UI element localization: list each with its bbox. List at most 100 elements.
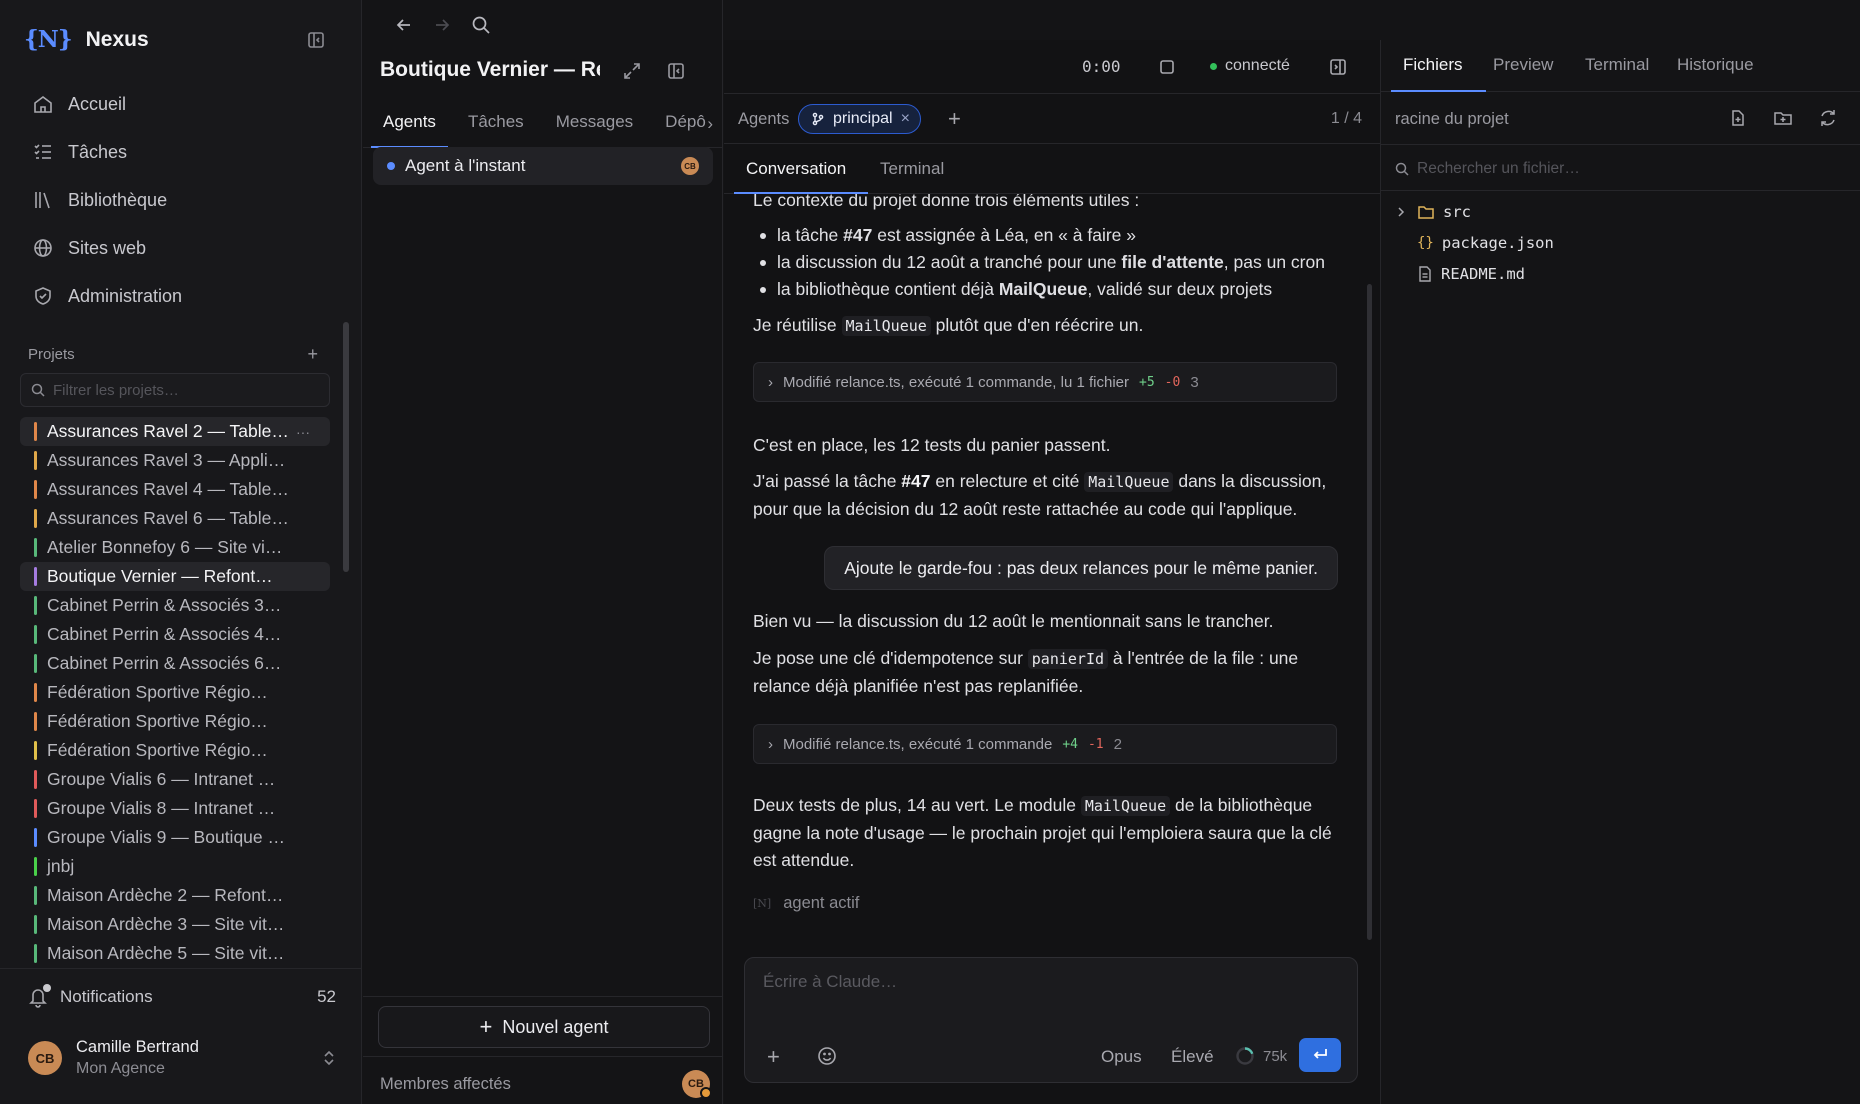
model-selector[interactable]: Opus	[1101, 1047, 1142, 1067]
refresh-icon[interactable]	[1819, 109, 1837, 127]
project-item[interactable]: Cabinet Perrin & Associés 4…	[20, 620, 330, 649]
project-label: Cabinet Perrin & Associés 4…	[47, 624, 282, 644]
brand[interactable]: {N} Nexus	[24, 26, 149, 53]
nav-item-bibliotheque[interactable]: Bibliothèque	[16, 176, 346, 224]
new-agent-label: Nouvel agent	[502, 1016, 609, 1037]
agent-avatar: CB	[681, 157, 699, 175]
tab-fichiers[interactable]: Fichiers	[1403, 55, 1463, 75]
tree-item-label: package.json	[1441, 233, 1554, 252]
sidebar-scrollbar[interactable]	[343, 322, 349, 572]
project-item[interactable]: Groupe Vialis 8 — Intranet …	[20, 794, 330, 823]
tree-item-src[interactable]: src	[1395, 196, 1835, 227]
project-item[interactable]: Assurances Ravel 3 — Appli…	[20, 446, 330, 475]
tab-terminal[interactable]: Terminal	[1585, 55, 1649, 75]
project-label: Atelier Bonnefoy 6 — Site vi…	[47, 537, 283, 557]
project-item[interactable]: Fédération Sportive Régio…	[20, 678, 330, 707]
tool-call-summary[interactable]: › Modifié relance.ts, exécuté 1 commande…	[753, 724, 1337, 764]
chevron-right-icon: ›	[768, 735, 773, 753]
divider	[0, 968, 362, 969]
user-org: Mon Agence	[76, 1060, 165, 1077]
project-item[interactable]: Cabinet Perrin & Associés 6…	[20, 649, 330, 678]
chevron-updown-icon[interactable]	[322, 1049, 336, 1067]
project-filter-input[interactable]	[53, 381, 313, 399]
chat-scrollbar[interactable]	[1367, 284, 1372, 940]
members-label: Membres affectés	[380, 1074, 511, 1093]
effort-selector[interactable]: Élevé	[1171, 1047, 1214, 1067]
project-item[interactable]: Maison Ardèche 2 — Refont…	[20, 881, 330, 910]
more-options-icon[interactable]: ···	[296, 424, 310, 440]
tab-preview[interactable]: Preview	[1493, 55, 1553, 75]
message-input[interactable]	[763, 972, 1333, 1012]
panel-toggle-icon[interactable]	[1329, 58, 1347, 76]
branch-chip[interactable]: principal ×	[798, 104, 921, 134]
nav-label: Bibliothèque	[68, 189, 168, 210]
project-item[interactable]: Maison Ardèche 5 — Site vit…	[20, 939, 330, 968]
tree-item-label: README.md	[1441, 264, 1525, 283]
project-color-bar	[34, 828, 37, 847]
project-item[interactable]: Groupe Vialis 6 — Intranet …	[20, 765, 330, 794]
nav-item-administration[interactable]: Administration	[16, 272, 346, 320]
chevron-right-icon	[1395, 206, 1409, 218]
chat-toolbar: 0:00 connecté	[724, 40, 1380, 94]
attach-button[interactable]: +	[767, 1044, 780, 1070]
notifications[interactable]: Notifications 52	[28, 984, 336, 1008]
project-item[interactable]: Boutique Vernier — Refont…	[20, 562, 330, 591]
file-search-input[interactable]	[1417, 160, 1817, 178]
project-item[interactable]: Fédération Sportive Régio…	[20, 736, 330, 765]
folder-icon	[1417, 204, 1435, 220]
project-color-bar	[34, 683, 37, 702]
search-icon[interactable]	[471, 15, 491, 35]
new-file-icon[interactable]	[1729, 109, 1747, 127]
expand-icon[interactable]	[623, 62, 641, 80]
assigned-members[interactable]: Membres affectés CB	[380, 1070, 712, 1099]
project-label: Fédération Sportive Régio…	[47, 711, 268, 731]
composer: + Opus Élevé 75k	[744, 957, 1358, 1083]
tab-historique[interactable]: Historique	[1677, 55, 1754, 75]
new-agent-button[interactable]: + Nouvel agent	[378, 1006, 710, 1048]
nav-item-taches[interactable]: Tâches	[16, 128, 346, 176]
tree-item-readme[interactable]: README.md	[1395, 258, 1835, 289]
project-item[interactable]: Assurances Ravel 2 — Table… ···	[20, 417, 330, 446]
projects-heading: Projets	[28, 346, 75, 363]
nav-item-sites-web[interactable]: Sites web	[16, 224, 346, 272]
add-agent-button[interactable]: +	[948, 106, 961, 132]
context-value: 75k	[1263, 1047, 1288, 1065]
project-item[interactable]: Assurances Ravel 6 — Table…	[20, 504, 330, 533]
list-item: la discussion du 12 août a tranché pour …	[753, 249, 1353, 276]
notifications-count: 52	[317, 987, 336, 1006]
project-filter[interactable]	[20, 373, 330, 407]
project-item[interactable]: Maison Ardèche 3 — Site vit…	[20, 910, 330, 939]
stop-icon[interactable]	[1158, 58, 1176, 76]
chevron-right-icon[interactable]: ›	[707, 114, 713, 134]
forward-arrow-icon[interactable]	[433, 16, 451, 34]
close-icon[interactable]: ×	[901, 110, 910, 128]
project-item[interactable]: Assurances Ravel 4 — Table…	[20, 475, 330, 504]
nav-item-accueil[interactable]: Accueil	[16, 80, 346, 128]
panel-collapse-icon[interactable]	[667, 62, 685, 80]
sidebar-collapse-icon[interactable]	[306, 30, 326, 50]
project-item[interactable]: Atelier Bonnefoy 6 — Site vi…	[20, 533, 330, 562]
tab-taches[interactable]: Tâches	[452, 100, 540, 147]
add-project-button[interactable]: +	[307, 344, 318, 365]
agent-list-item[interactable]: Agent à l'instant CB	[373, 147, 713, 185]
project-item[interactable]: jnbj	[20, 852, 330, 881]
project-item[interactable]: Groupe Vialis 9 — Boutique …	[20, 823, 330, 852]
user-menu[interactable]: CB Camille Bertrand Mon Agence	[28, 1038, 336, 1078]
tab-messages[interactable]: Messages	[540, 100, 649, 147]
project-item[interactable]: Fédération Sportive Régio…	[20, 707, 330, 736]
project-panel: Boutique Vernier — Re… Agents Tâches Mes…	[363, 0, 723, 1104]
tool-call-summary[interactable]: › Modifié relance.ts, exécuté 1 commande…	[753, 362, 1337, 402]
tab-conversation[interactable]: Conversation	[746, 159, 846, 179]
back-arrow-icon[interactable]	[395, 16, 413, 34]
new-folder-icon[interactable]	[1773, 109, 1793, 127]
emoji-icon[interactable]	[817, 1046, 837, 1066]
tab-agents[interactable]: Agents	[367, 100, 452, 148]
project-tabs: Agents Tâches Messages Dépô ›	[363, 100, 723, 148]
tab-terminal[interactable]: Terminal	[880, 159, 944, 179]
send-button[interactable]	[1299, 1038, 1341, 1072]
chevron-right-icon: ›	[768, 373, 773, 391]
project-item[interactable]: Cabinet Perrin & Associés 3…	[20, 591, 330, 620]
project-label: Assurances Ravel 3 — Appli…	[47, 450, 286, 470]
tree-item-package-json[interactable]: {} package.json	[1395, 227, 1835, 258]
file-search[interactable]	[1395, 154, 1845, 184]
